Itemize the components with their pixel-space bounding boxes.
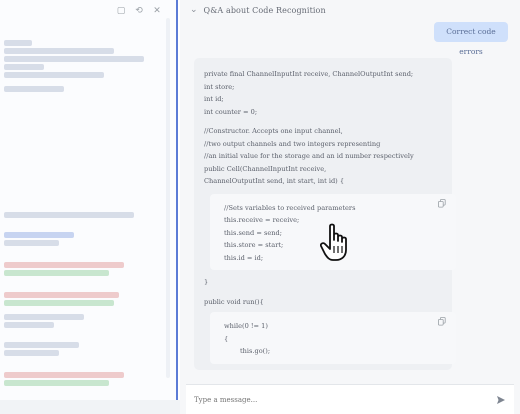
code-line bbox=[4, 342, 79, 348]
code-editor-pane[interactable]: ▢ ⟲ ✕ bbox=[0, 0, 178, 400]
code-line bbox=[4, 212, 134, 218]
answer-line: //Constructor. Accepts one input channel… bbox=[204, 127, 343, 135]
code-line: this.go(); bbox=[240, 347, 271, 355]
code-line bbox=[4, 350, 59, 356]
answer-line: int store; bbox=[204, 82, 235, 91]
answer-line: ChannelOutputInt send, int start, int id… bbox=[204, 177, 345, 185]
code-line bbox=[4, 300, 114, 306]
copy-icon[interactable] bbox=[438, 198, 446, 208]
code-block: while(0 != 1) { this.go(); bbox=[210, 312, 456, 364]
code-line: { bbox=[224, 334, 229, 343]
code-line bbox=[4, 232, 74, 238]
answer-line: public Cell(ChannelInputInt receive, bbox=[204, 164, 327, 173]
code-line: //Sets variables to received parameters bbox=[224, 203, 356, 212]
answer-line: //two output channels and two integers r… bbox=[204, 139, 381, 148]
user-message: Correct code errors bbox=[434, 22, 508, 56]
code-line bbox=[4, 86, 64, 92]
code-line bbox=[4, 270, 109, 276]
hand-pointer-icon bbox=[320, 223, 347, 261]
code-line bbox=[4, 322, 54, 328]
code-line bbox=[4, 262, 124, 268]
answer-line: private final ChannelInputInt receive, C… bbox=[204, 70, 414, 78]
answer-line: //an initial value for the storage and a… bbox=[204, 152, 414, 160]
chat-pane: ⌄ Q&A about Code Recognition Correct cod… bbox=[180, 0, 520, 414]
chevron-down-icon[interactable]: ⌄ bbox=[190, 5, 198, 15]
answer-line: int counter = 0; bbox=[204, 107, 258, 116]
answer-line: public void run(){ bbox=[204, 297, 264, 306]
code-line bbox=[4, 380, 109, 386]
answer-line: int id; bbox=[204, 95, 224, 103]
code-line bbox=[4, 72, 104, 78]
editor-toolbar: ▢ ⟲ ✕ bbox=[116, 6, 162, 16]
status-bar bbox=[0, 400, 180, 414]
message-composer bbox=[186, 384, 514, 414]
code-line bbox=[4, 240, 59, 246]
code-line bbox=[4, 64, 44, 70]
editor-scrollbar[interactable] bbox=[166, 18, 170, 378]
code-line bbox=[4, 292, 119, 298]
answer-line: } bbox=[204, 278, 209, 286]
code-line bbox=[4, 56, 144, 62]
code-line: while(0 != 1) bbox=[224, 322, 268, 330]
chat-title: Q&A about Code Recognition bbox=[203, 5, 326, 15]
split-icon[interactable]: ▢ bbox=[116, 6, 126, 16]
code-line bbox=[4, 372, 124, 378]
close-icon[interactable]: ✕ bbox=[152, 6, 162, 16]
chat-header: ⌄ Q&A about Code Recognition bbox=[190, 5, 326, 15]
send-icon[interactable] bbox=[496, 395, 506, 405]
refresh-icon[interactable]: ⟲ bbox=[134, 6, 144, 16]
code-line bbox=[4, 314, 84, 320]
assistant-answer: private final ChannelInputInt receive, C… bbox=[194, 58, 456, 370]
code-line bbox=[4, 48, 114, 54]
copy-icon[interactable] bbox=[438, 317, 446, 326]
code-line bbox=[4, 40, 32, 46]
message-input[interactable] bbox=[194, 395, 484, 404]
